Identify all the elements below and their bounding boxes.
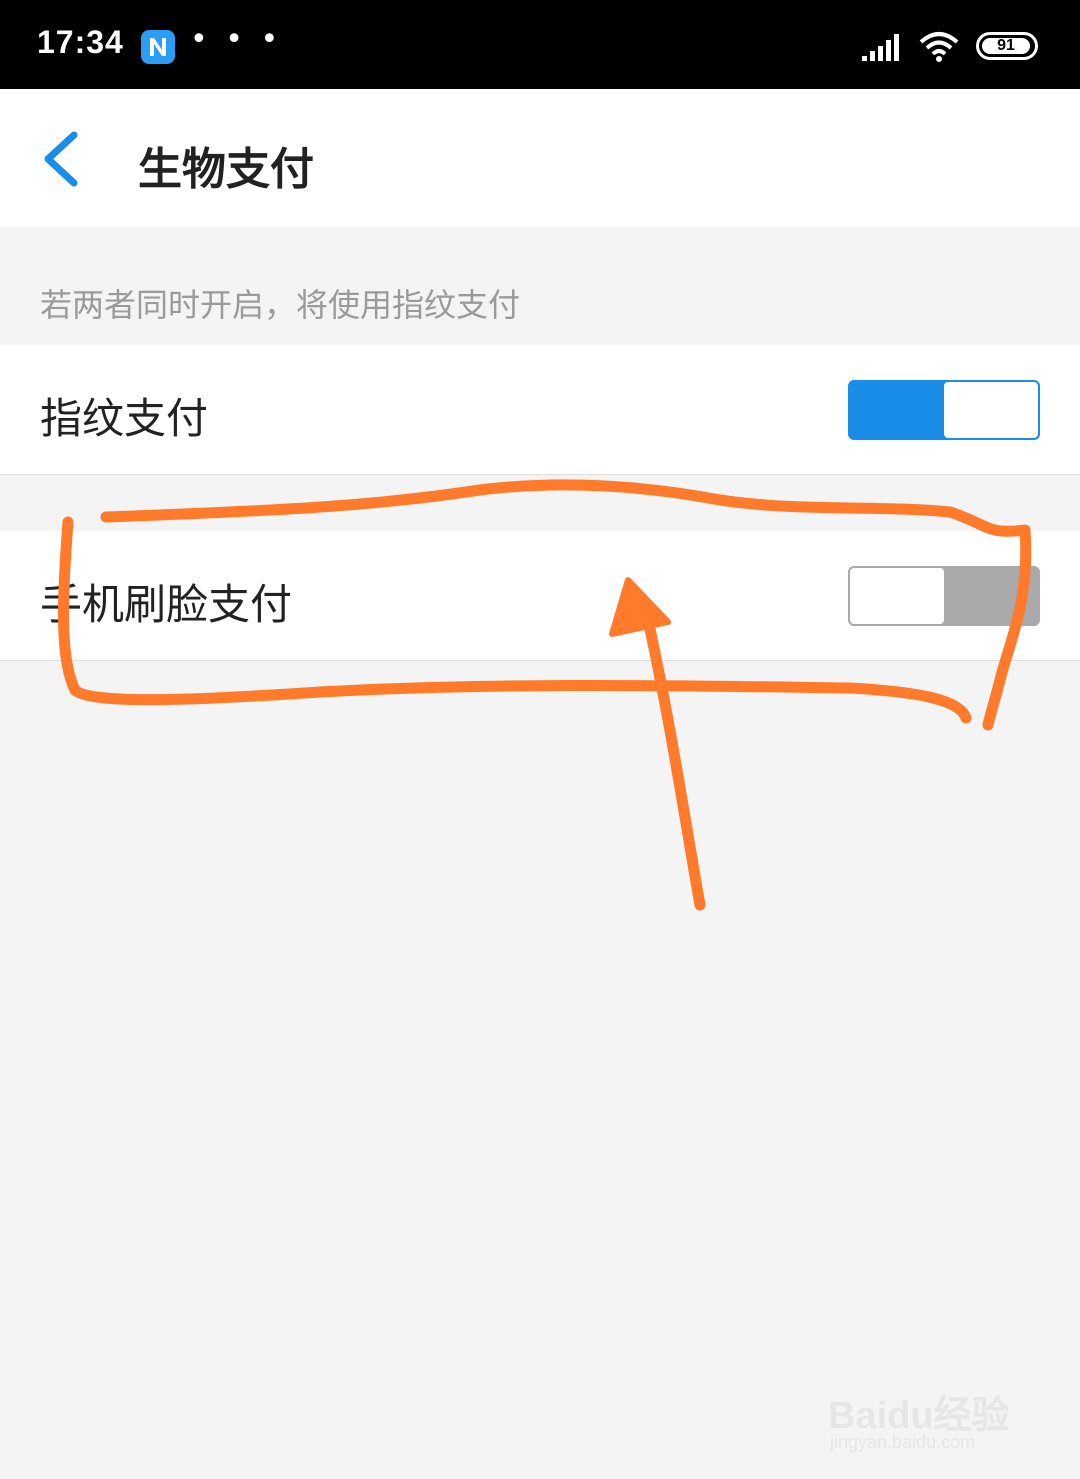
status-time: 17:34	[37, 24, 124, 60]
face-pay-toggle[interactable]	[848, 566, 1040, 626]
more-notifications-indicator: • • •	[190, 22, 283, 57]
face-pay-row[interactable]: 手机刷脸支付	[0, 531, 1080, 661]
toggle-knob	[850, 568, 944, 624]
settings-hint: 若两者同时开启，将使用指纹支付	[40, 286, 521, 324]
chevron-left-icon	[44, 131, 78, 187]
battery-icon: 91	[976, 32, 1038, 60]
fingerprint-pay-row[interactable]: 指纹支付	[0, 345, 1080, 475]
battery-level: 91	[982, 38, 1030, 54]
watermark-logo: Baidu经验	[828, 1395, 1010, 1437]
annotation-arrow-shaft	[642, 614, 706, 911]
fingerprint-pay-label: 指纹支付	[40, 394, 209, 443]
page-title: 生物支付	[138, 144, 314, 195]
signal-icon	[862, 34, 899, 61]
n-app-icon	[141, 30, 175, 64]
back-button[interactable]	[38, 129, 88, 189]
toggle-knob	[944, 382, 1038, 438]
baidu-jingyan-watermark: Baidu经验 jingyan.baidu.com	[828, 1362, 1028, 1458]
status-bar: 17:34 • • • 91	[0, 0, 1080, 89]
watermark-url: jingyan.baidu.com	[830, 1432, 976, 1452]
face-pay-label: 手机刷脸支付	[40, 580, 293, 629]
fingerprint-pay-toggle[interactable]	[848, 380, 1040, 440]
app-header: 生物支付	[0, 89, 1080, 227]
wifi-icon	[919, 32, 959, 62]
